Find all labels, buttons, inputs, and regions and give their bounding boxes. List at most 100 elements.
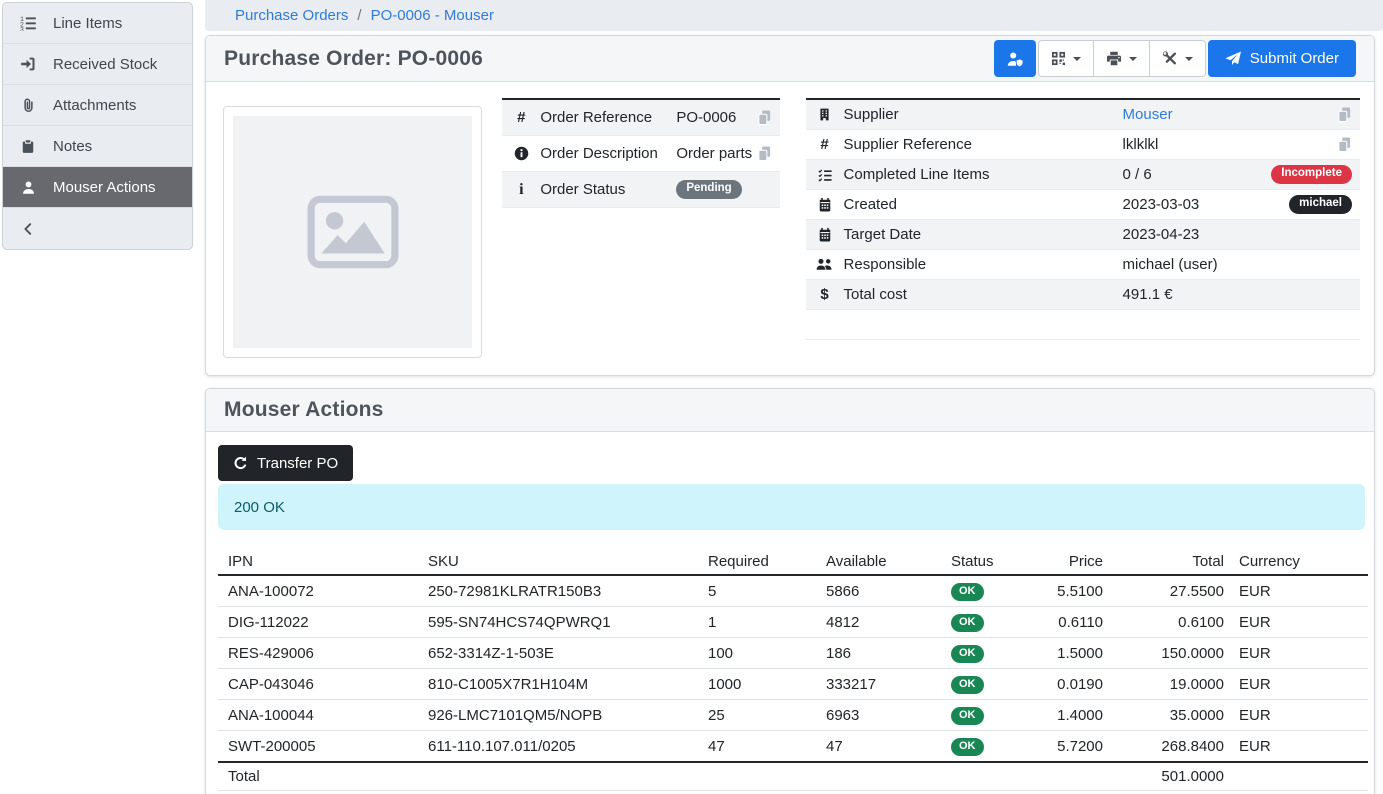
sidebar-item-label: Received Stock [53, 56, 157, 73]
column-header-currency: Currency [1234, 549, 1368, 575]
cell-ipn: SWT-200005 [218, 731, 418, 763]
printer-icon [1106, 51, 1122, 66]
order-detail-row-order-status: iOrder StatusPending [502, 172, 779, 208]
mouser-actions-panel-body: Transfer PO 200 OK IPNSKURequiredAvailab… [206, 432, 1374, 791]
submit-order-button[interactable]: Submit Order [1208, 40, 1356, 77]
list-check-icon [806, 168, 844, 182]
breadcrumb-link-purchase-orders[interactable]: Purchase Orders [235, 7, 348, 24]
cell-required: 1 [698, 607, 816, 638]
sidebar-item-received-stock[interactable]: Received Stock [3, 44, 192, 85]
cell-currency: EUR [1234, 669, 1368, 700]
total-label: Total [218, 762, 418, 791]
sidebar: 123Line Items Received Stock AttachmentsNo… [2, 2, 193, 250]
cell-price: 5.7200 [1038, 731, 1113, 763]
copy-button[interactable] [757, 110, 772, 126]
sidebar-item-notes[interactable]: Notes [3, 126, 192, 167]
building-icon [806, 107, 844, 122]
ok-status-badge: OK [951, 707, 984, 726]
cell-status: OK [941, 575, 1038, 607]
detail-value: PO-0006 [676, 109, 756, 126]
order-image-placeholder[interactable] [223, 106, 482, 358]
barcode-menu-button[interactable] [1038, 40, 1094, 77]
sidebar-collapse-button[interactable] [3, 208, 192, 249]
column-header-status: Status [941, 549, 1038, 575]
copy-button[interactable] [1337, 107, 1352, 123]
cell-required: 1000 [698, 669, 816, 700]
mouser-actions-panel: Mouser Actions Transfer PO 200 OK IPNSKU… [205, 388, 1375, 794]
cell-required: 100 [698, 638, 816, 669]
detail-label: Created [844, 196, 1123, 213]
cell-currency: EUR [1234, 731, 1368, 763]
supplier-detail-row-target-date: Target Date2023-04-23 [806, 220, 1360, 250]
order-actions-button[interactable] [1150, 40, 1206, 77]
detail-value: michael (user) [1123, 256, 1352, 273]
transfer-po-button[interactable]: Transfer PO [218, 445, 353, 481]
hash-icon: # [806, 136, 844, 153]
detail-value: 2023-04-23 [1123, 226, 1352, 243]
header-actions: Submit Order [994, 40, 1356, 77]
supplier-detail-empty-row [806, 310, 1360, 340]
copy-button[interactable] [757, 146, 772, 162]
caret-down-icon [1073, 57, 1081, 61]
cell-available: 47 [816, 731, 941, 763]
admin-button[interactable] [994, 40, 1036, 77]
table-total-row: Total 501.0000 [218, 762, 1368, 791]
cell-sku: 595-SN74HCS74QPWRQ1 [418, 607, 698, 638]
cell-status: OK [941, 700, 1038, 731]
cell-currency: EUR [1234, 638, 1368, 669]
column-header-total: Total [1113, 549, 1234, 575]
detail-label: Supplier Reference [844, 136, 1123, 153]
column-header-ipn: IPN [218, 549, 418, 575]
mouser-link[interactable]: Mouser [1123, 106, 1173, 123]
cell-total: 268.8400 [1113, 731, 1234, 763]
cell-currency: EUR [1234, 700, 1368, 731]
total-value: 501.0000 [1113, 762, 1234, 791]
copy-button[interactable] [1337, 137, 1352, 153]
cell-required: 5 [698, 575, 816, 607]
cell-price: 1.4000 [1038, 700, 1113, 731]
cell-ipn: ANA-100072 [218, 575, 418, 607]
cell-sku: 810-C1005X7R1H104M [418, 669, 698, 700]
sign-in-icon [3, 56, 53, 72]
refresh-icon [233, 456, 248, 471]
table-row-swt-200005: SWT-200005611-110.107.011/02054747OK5.72… [218, 731, 1368, 763]
cell-required: 25 [698, 700, 816, 731]
column-header-available: Available [816, 549, 941, 575]
supplier-detail-row-supplier-reference: #Supplier Referencelklklkl [806, 130, 1360, 160]
detail-value: Mouser [1123, 106, 1337, 123]
cell-available: 4812 [816, 607, 941, 638]
sidebar-item-attachments[interactable]: Attachments [3, 85, 192, 126]
dollar-icon: $ [806, 286, 844, 303]
detail-label: Supplier [844, 106, 1123, 123]
detail-label: Total cost [844, 286, 1123, 303]
detail-value: Order parts [676, 145, 756, 162]
detail-label: Responsible [844, 256, 1123, 273]
breadcrumb-link-current-order[interactable]: PO-0006 - Mouser [371, 7, 494, 24]
sidebar-item-mouser-actions[interactable]: Mouser Actions [3, 167, 192, 208]
column-header-price: Price [1038, 549, 1113, 575]
cell-total: 19.0000 [1113, 669, 1234, 700]
transfer-po-label: Transfer PO [257, 455, 338, 472]
supplier-detail-row-responsible: Responsiblemichael (user) [806, 250, 1360, 280]
send-icon [1225, 51, 1241, 67]
detail-value: Pending [676, 180, 771, 199]
supplier-detail-row-supplier: SupplierMouser [806, 100, 1360, 130]
breadcrumb-separator: / [357, 7, 361, 24]
paperclip-icon [3, 98, 53, 113]
sidebar-item-line-items[interactable]: 123Line Items [3, 3, 192, 44]
cell-total: 150.0000 [1113, 638, 1234, 669]
supplier-detail-row-total-cost: $Total cost491.1 € [806, 280, 1360, 310]
print-menu-button[interactable] [1094, 40, 1150, 77]
ok-status-badge: OK [951, 583, 984, 602]
sidebar-item-label: Line Items [53, 15, 122, 32]
table-row-res-429006: RES-429006652-3314Z-1-503E100186OK1.5000… [218, 638, 1368, 669]
cell-ipn: DIG-112022 [218, 607, 418, 638]
list-ol-icon: 123 [3, 15, 53, 31]
status-badge: michael [1289, 195, 1352, 214]
svg-text:3: 3 [20, 26, 24, 31]
order-details-table: #Order ReferencePO-0006Order Description… [502, 98, 779, 208]
cell-ipn: ANA-100044 [218, 700, 418, 731]
status-alert: 200 OK [218, 484, 1365, 530]
cell-sku: 926-LMC7101QM5/NOPB [418, 700, 698, 731]
cell-price: 1.5000 [1038, 638, 1113, 669]
